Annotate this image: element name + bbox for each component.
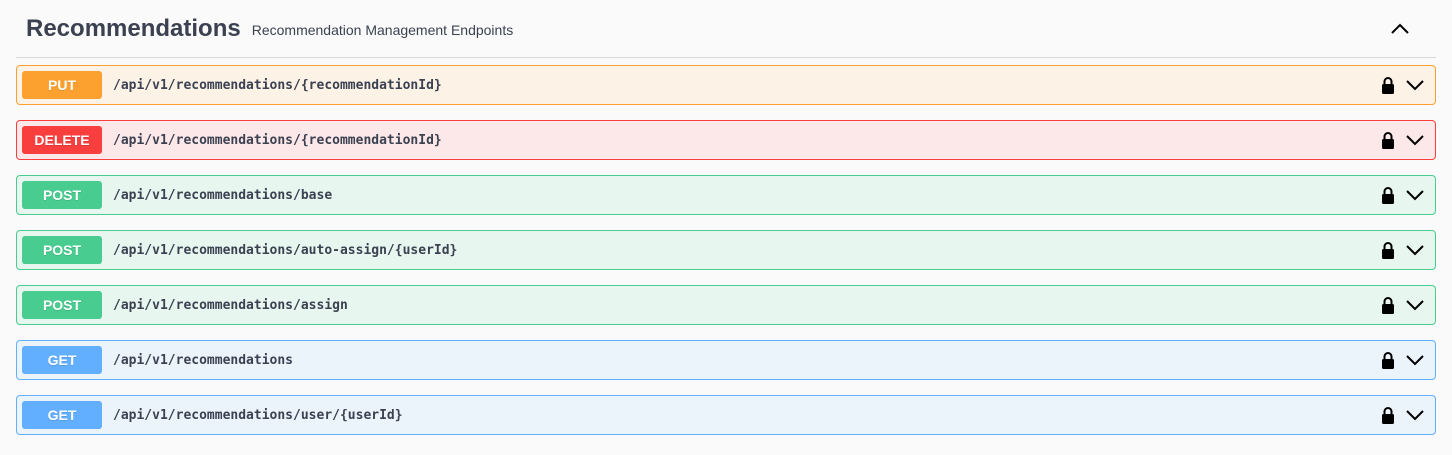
tag-title[interactable]: Recommendations	[26, 15, 241, 43]
lock-icon[interactable]	[1380, 239, 1396, 261]
lock-icon[interactable]	[1380, 294, 1396, 316]
operation-row[interactable]: GET /api/v1/recommendations	[16, 340, 1436, 380]
lock-icon[interactable]	[1380, 184, 1396, 206]
chevron-down-icon[interactable]	[1405, 130, 1425, 150]
chevron-down-icon[interactable]	[1405, 405, 1425, 425]
lock-icon[interactable]	[1380, 404, 1396, 426]
operation-path: /api/v1/recommendations/user/{userId}	[113, 407, 403, 423]
operation-controls	[1380, 347, 1425, 373]
operation-row[interactable]: POST /api/v1/recommendations/assign	[16, 285, 1436, 325]
lock-icon[interactable]	[1380, 74, 1396, 96]
method-badge: GET	[22, 346, 102, 374]
operation-path: /api/v1/recommendations	[113, 352, 294, 368]
method-badge: POST	[22, 291, 102, 319]
operation-row[interactable]: POST /api/v1/recommendations/auto-assign…	[16, 230, 1436, 270]
operation-path: /api/v1/recommendations/{recommendationI…	[113, 77, 442, 93]
operation-path: /api/v1/recommendations/auto-assign/{use…	[113, 242, 458, 258]
method-badge: DELETE	[22, 126, 102, 154]
operation-controls	[1380, 292, 1425, 318]
method-badge: GET	[22, 401, 102, 429]
operation-path: /api/v1/recommendations/{recommendationI…	[113, 132, 442, 148]
tag-header[interactable]: Recommendations Recommendation Managemen…	[16, 0, 1436, 58]
chevron-up-icon[interactable]	[1388, 16, 1412, 40]
lock-icon[interactable]	[1380, 349, 1396, 371]
operation-row[interactable]: GET /api/v1/recommendations/user/{userId…	[16, 395, 1436, 435]
method-badge: POST	[22, 181, 102, 209]
method-badge: PUT	[22, 71, 102, 99]
operation-controls	[1380, 72, 1425, 98]
chevron-down-icon[interactable]	[1405, 240, 1425, 260]
operation-path: /api/v1/recommendations/assign	[113, 297, 348, 313]
operation-controls	[1380, 237, 1425, 263]
operation-row[interactable]: PUT /api/v1/recommendations/{recommendat…	[16, 65, 1436, 105]
operation-row[interactable]: POST /api/v1/recommendations/base	[16, 175, 1436, 215]
operation-controls	[1380, 402, 1425, 428]
chevron-down-icon[interactable]	[1405, 75, 1425, 95]
tag-description: Recommendation Management Endpoints	[251, 21, 514, 38]
lock-icon[interactable]	[1380, 129, 1396, 151]
operation-path: /api/v1/recommendations/base	[113, 187, 333, 203]
chevron-down-icon[interactable]	[1405, 295, 1425, 315]
operation-controls	[1380, 127, 1425, 153]
chevron-down-icon[interactable]	[1405, 350, 1425, 370]
method-badge: POST	[22, 236, 102, 264]
operation-controls	[1380, 182, 1425, 208]
recommendations-section: Recommendations Recommendation Managemen…	[0, 0, 1452, 455]
chevron-down-icon[interactable]	[1405, 185, 1425, 205]
operation-row[interactable]: DELETE /api/v1/recommendations/{recommen…	[16, 120, 1436, 160]
